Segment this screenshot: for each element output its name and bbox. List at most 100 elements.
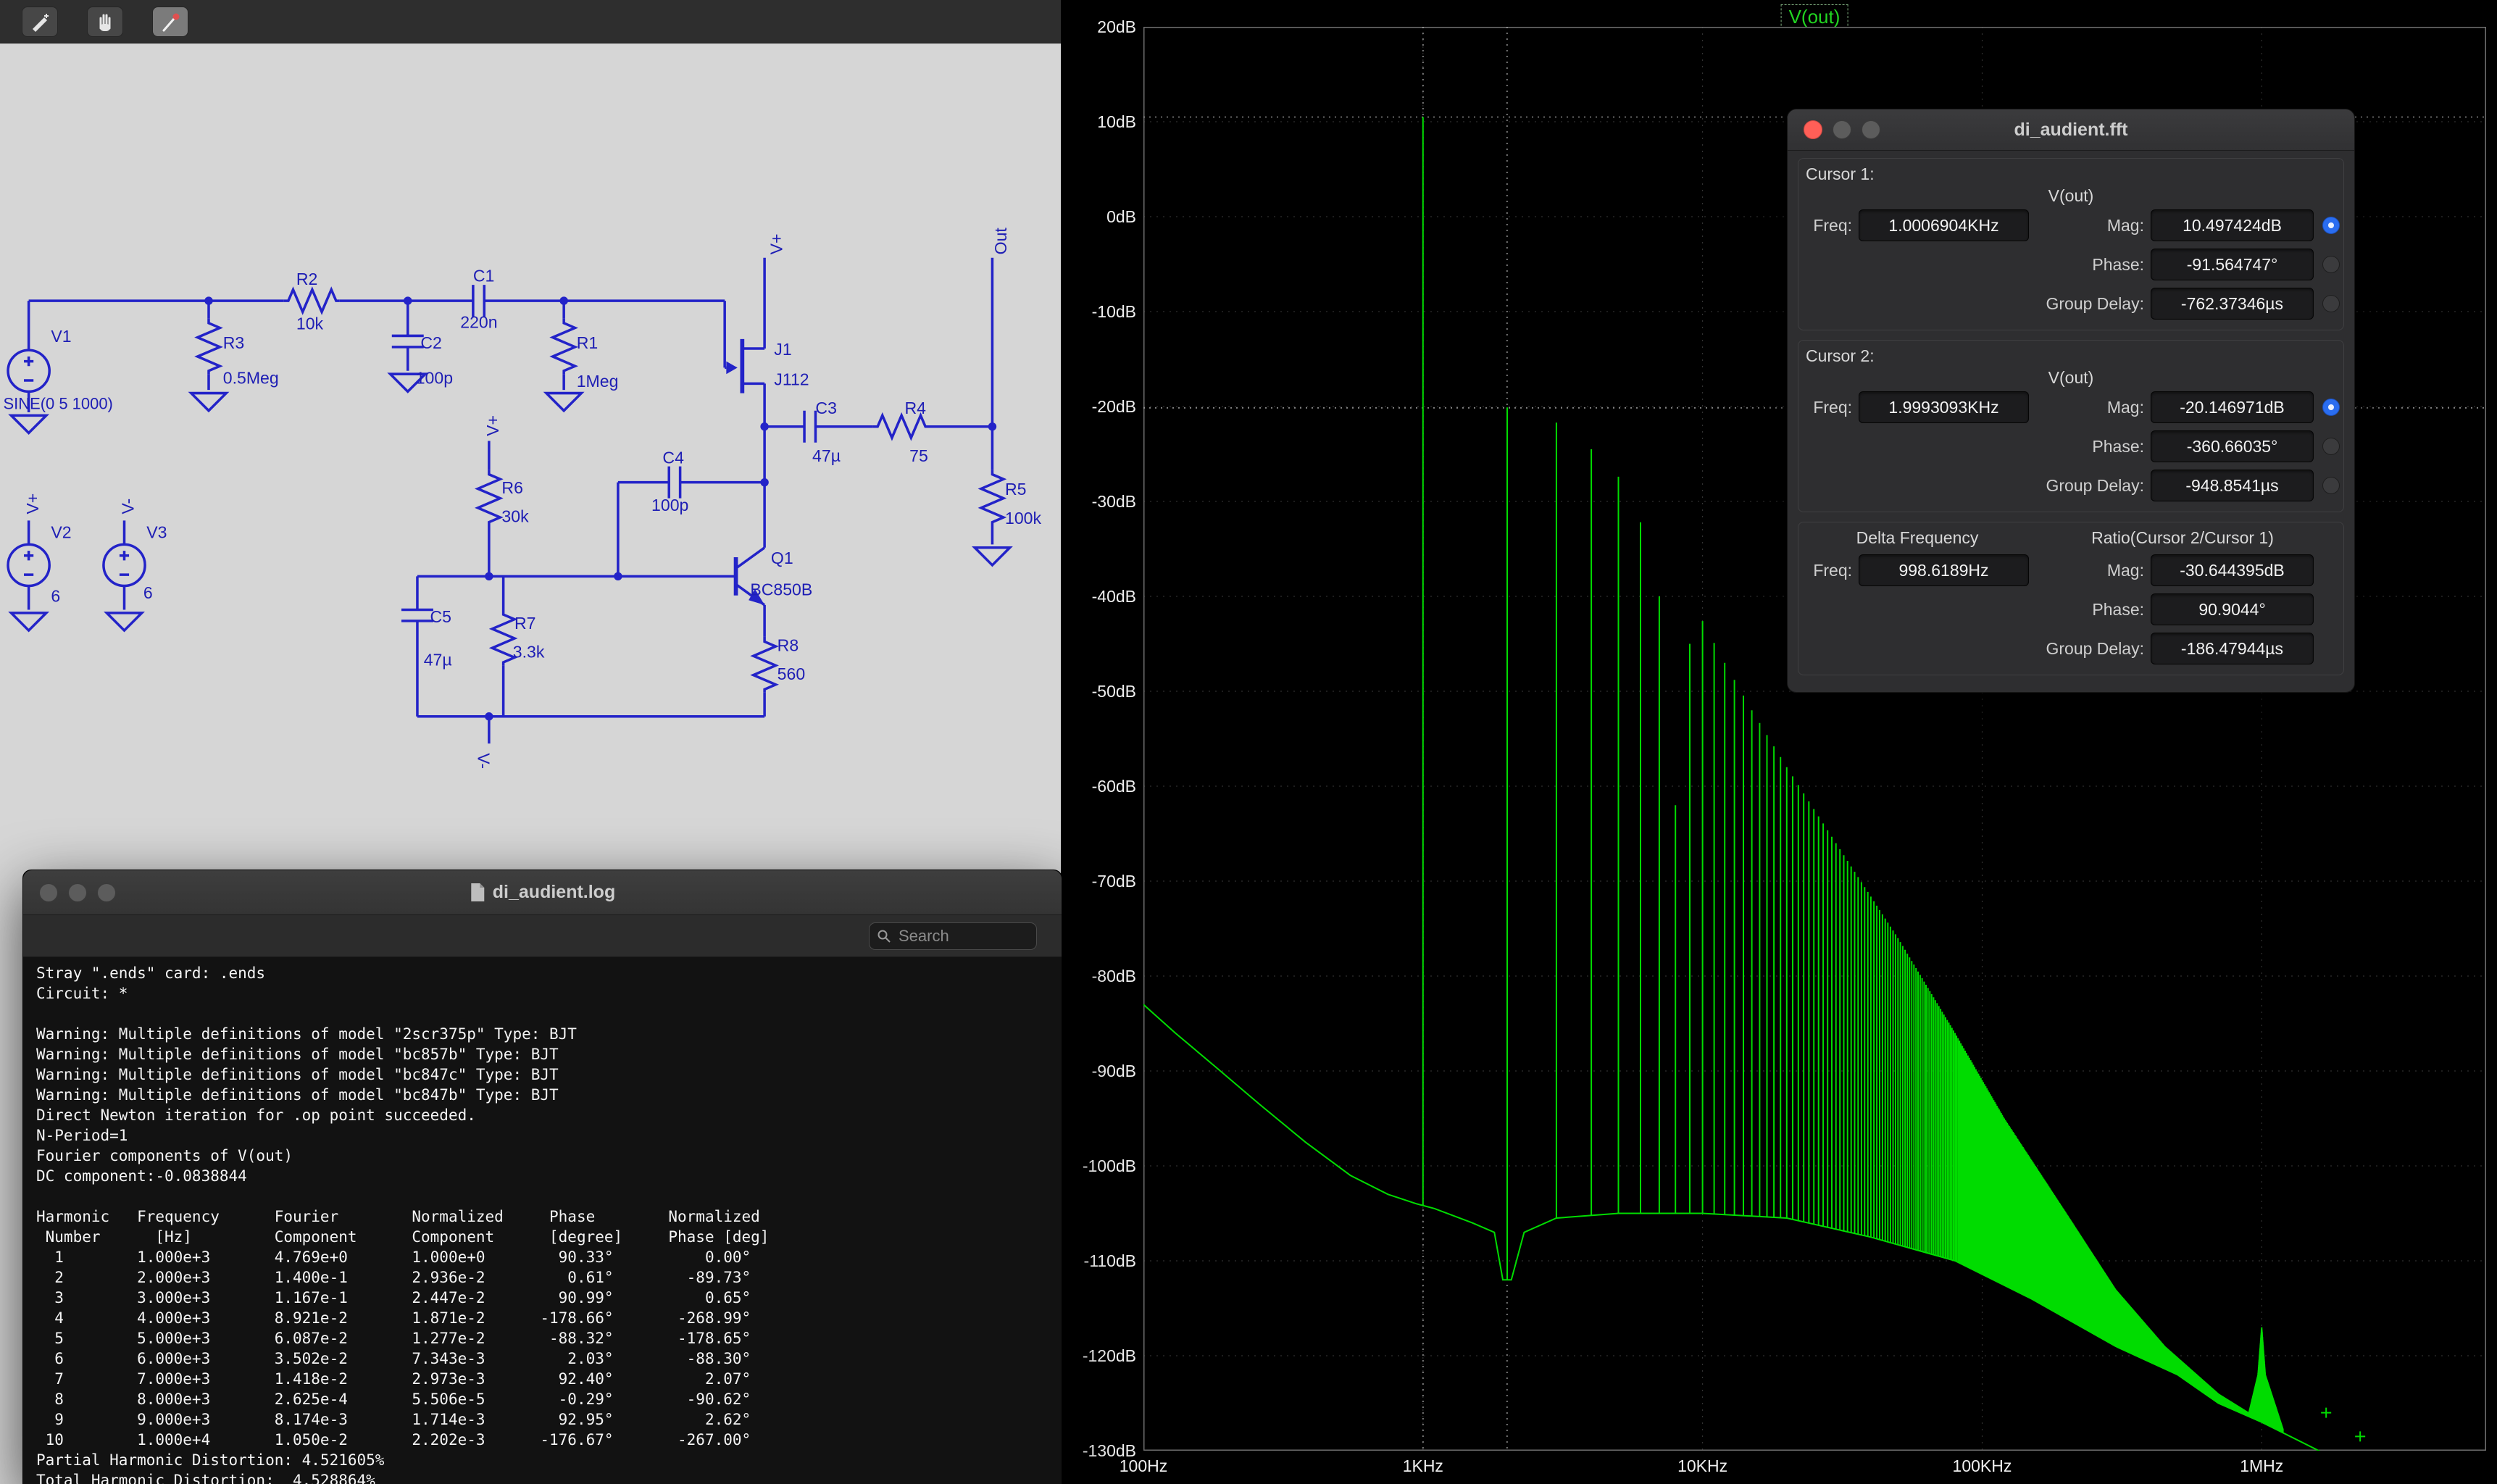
- log-titlebar[interactable]: di_audient.log: [23, 870, 1062, 915]
- ground-symbol[interactable]: [107, 613, 141, 630]
- cursor1-mag-radio[interactable]: [2322, 217, 2340, 234]
- component-value[interactable]: SINE(0 5 1000): [3, 395, 112, 413]
- net-flag-vplus[interactable]: V+: [483, 415, 502, 436]
- resistor-R1[interactable]: [553, 318, 575, 374]
- component-label[interactable]: R7: [514, 614, 535, 633]
- cursor1-group-delay-value[interactable]: -762.37346µs: [2151, 288, 2314, 320]
- cursor2-phase-value[interactable]: -360.66035°: [2151, 430, 2314, 462]
- cursor2-freq-value[interactable]: 1.9993093KHz: [1859, 391, 2029, 423]
- cursor1-freq-value[interactable]: 1.0006904KHz: [1859, 209, 2029, 241]
- resistor-R6[interactable]: [478, 470, 500, 525]
- search-input[interactable]: [897, 926, 1023, 946]
- resistor-R4[interactable]: [873, 415, 929, 438]
- component-value[interactable]: 100k: [1005, 509, 1041, 528]
- wire-tool-button[interactable]: [22, 7, 58, 37]
- search-field[interactable]: [869, 922, 1037, 950]
- capacitor-C5[interactable]: [401, 609, 433, 620]
- zoom-button[interactable]: [97, 883, 116, 902]
- cursor1-group-delay-radio[interactable]: [2322, 295, 2340, 312]
- cursor1-phase-value[interactable]: -91.564747°: [2151, 249, 2314, 280]
- component-label[interactable]: V2: [51, 523, 71, 542]
- component-value[interactable]: 3.3k: [513, 642, 545, 661]
- minimize-button[interactable]: [68, 883, 87, 902]
- delta-phase-value[interactable]: 90.9044°: [2151, 593, 2314, 625]
- component-value[interactable]: 75: [909, 446, 928, 465]
- pan-tool-button[interactable]: [87, 7, 123, 37]
- component-label[interactable]: C2: [420, 333, 441, 352]
- resistor-R7[interactable]: [492, 609, 514, 665]
- cursor2-group-delay-radio[interactable]: [2322, 477, 2340, 494]
- capacitor-C3[interactable]: [804, 411, 815, 443]
- dialog-titlebar[interactable]: di_audient.fft: [1788, 109, 2354, 151]
- component-value[interactable]: J112: [774, 370, 809, 389]
- component-label[interactable]: R8: [778, 636, 799, 655]
- net-flag-vplus[interactable]: V+: [767, 233, 785, 254]
- net-flag-vminus[interactable]: V-: [474, 753, 493, 769]
- component-label[interactable]: C4: [662, 448, 684, 467]
- capacitor-C4[interactable]: [669, 467, 680, 499]
- component-value[interactable]: 0.5Meg: [223, 368, 279, 387]
- voltage-source-V2[interactable]: [8, 544, 49, 585]
- component-value[interactable]: 10k: [296, 314, 324, 333]
- component-value[interactable]: 6: [51, 587, 60, 606]
- delta-freq-value[interactable]: 998.6189Hz: [1859, 554, 2029, 586]
- wires[interactable]: [29, 258, 993, 743]
- net-flag-out[interactable]: Out: [991, 228, 1010, 255]
- resistor-R3[interactable]: [198, 318, 220, 374]
- component-label[interactable]: C1: [473, 267, 494, 285]
- delta-group-delay-value[interactable]: -186.47944µs: [2151, 633, 2314, 664]
- fft-cursor-dialog[interactable]: di_audient.fft Cursor 1: V(out) Freq: 1.…: [1787, 109, 2355, 693]
- component-value[interactable]: 100p: [651, 496, 688, 514]
- component-label[interactable]: C3: [815, 399, 836, 417]
- component-value[interactable]: 6: [143, 583, 153, 602]
- component-label[interactable]: V1: [51, 327, 71, 346]
- resistor-R5[interactable]: [981, 470, 1004, 525]
- ground-symbol[interactable]: [546, 393, 581, 411]
- component-label[interactable]: R1: [577, 333, 598, 352]
- zoom-button[interactable]: [1862, 120, 1880, 139]
- component-label[interactable]: Q1: [771, 549, 793, 567]
- component-value[interactable]: 1Meg: [577, 372, 619, 391]
- cursor2-mag-radio[interactable]: [2322, 399, 2340, 416]
- ground-symbol[interactable]: [975, 548, 1009, 565]
- ground-symbol[interactable]: [191, 393, 226, 411]
- voltage-source-V1[interactable]: [8, 350, 49, 391]
- close-button[interactable]: [1804, 120, 1822, 139]
- component-label[interactable]: R5: [1005, 480, 1026, 499]
- resistor-R2[interactable]: [283, 290, 339, 312]
- trace-label[interactable]: V(out): [1781, 4, 1848, 30]
- component-label[interactable]: V3: [146, 523, 167, 542]
- capacitor-C2[interactable]: [392, 335, 424, 346]
- component-label[interactable]: R2: [296, 270, 317, 288]
- cursor1-phase-radio[interactable]: [2322, 256, 2340, 273]
- voltage-source-V3[interactable]: [104, 544, 145, 585]
- minimize-button[interactable]: [1833, 120, 1851, 139]
- ground-symbol[interactable]: [11, 415, 46, 433]
- jfet-J1[interactable]: [726, 339, 742, 393]
- net-flag-vplus[interactable]: V+: [23, 493, 42, 514]
- component-value[interactable]: 100p: [416, 368, 453, 387]
- cursor2-mag-value[interactable]: -20.146971dB: [2151, 391, 2314, 423]
- resistor-R8[interactable]: [754, 637, 776, 693]
- component-value[interactable]: 47µ: [424, 650, 452, 669]
- component-value[interactable]: 560: [778, 664, 805, 683]
- component-label[interactable]: J1: [774, 340, 791, 359]
- window-controls: [39, 883, 116, 902]
- component-value[interactable]: BC850B: [750, 580, 812, 599]
- component-label[interactable]: R4: [905, 399, 927, 417]
- net-flag-vminus[interactable]: V-: [119, 499, 138, 514]
- component-value[interactable]: 220n: [460, 312, 497, 331]
- schematic-canvas[interactable]: V1 SINE(0 5 1000) R2 10k R3 0.5Meg C1 22…: [0, 43, 1061, 847]
- cursor2-group-delay-value[interactable]: -948.8541µs: [2151, 470, 2314, 501]
- probe-tool-button[interactable]: [152, 7, 188, 37]
- cursor2-phase-radio[interactable]: [2322, 438, 2340, 455]
- component-label[interactable]: C5: [430, 607, 451, 626]
- ground-symbol[interactable]: [11, 613, 46, 630]
- delta-mag-value[interactable]: -30.644395dB: [2151, 554, 2314, 586]
- component-label[interactable]: R3: [223, 333, 244, 352]
- component-value[interactable]: 30k: [501, 507, 529, 526]
- close-button[interactable]: [39, 883, 58, 902]
- cursor1-mag-value[interactable]: 10.497424dB: [2151, 209, 2314, 241]
- component-label[interactable]: R6: [501, 478, 522, 497]
- component-value[interactable]: 47µ: [812, 446, 841, 465]
